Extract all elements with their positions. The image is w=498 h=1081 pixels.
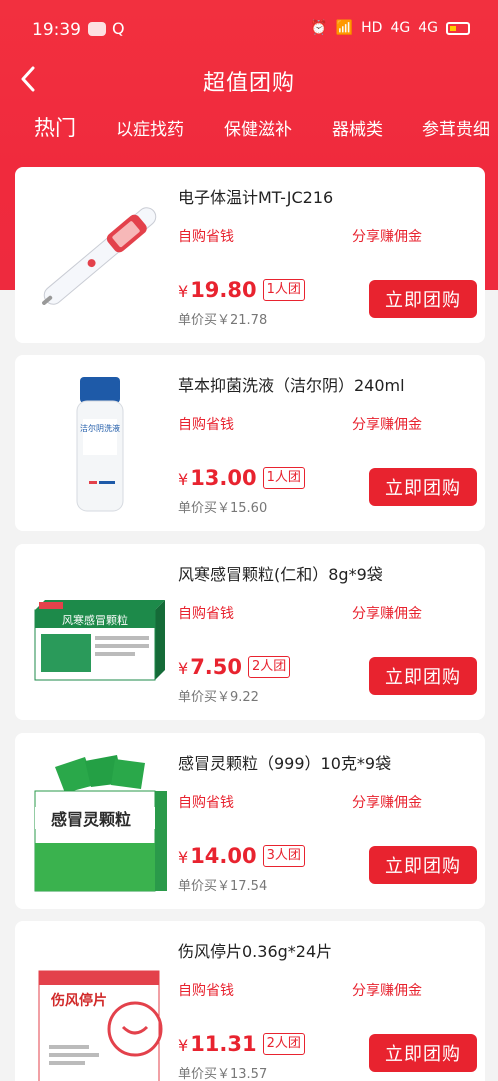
status-time: 19:39 (32, 20, 81, 40)
status-bar: 19:39 Q ⏰ 📶 HD 4G 4G (0, 0, 498, 60)
group-price: 7.50 (190, 655, 243, 679)
price-row: ¥ 19.80 1人团 (178, 275, 305, 301)
network-label: HD (361, 20, 383, 36)
price-row: ¥ 14.00 3人团 (178, 841, 305, 867)
status-q-icon: Q (112, 19, 125, 38)
buy-now-button[interactable]: 立即团购 (369, 657, 477, 695)
share-commission-tag[interactable]: 分享赚佣金 (352, 603, 422, 623)
bottle-label: 洁尔阴洗液 (80, 423, 120, 433)
tab-devices[interactable]: 器械类 (332, 115, 383, 140)
product-card[interactable]: 风寒感冒颗粒 风寒感冒颗粒(仁和）8g*9袋 自购省钱 分享赚佣金 ¥ 7.50… (15, 544, 485, 720)
self-buy-tag: 自购省钱 (178, 417, 234, 433)
group-size-badge: 1人团 (262, 467, 305, 489)
page-title: 超值团购 (202, 71, 295, 96)
thermometer-image (25, 181, 175, 331)
unit-price: 单价买￥21.78 (178, 313, 268, 328)
price-row: ¥ 13.00 1人团 (178, 463, 305, 489)
category-tabs: 热门 以症找药 保健滋补 器械类 参茸贵细 (0, 115, 498, 155)
box-label: 感冒灵颗粒 (51, 810, 131, 829)
self-buy-tag: 自购省钱 (178, 606, 234, 622)
group-price: 14.00 (190, 844, 257, 868)
product-card[interactable]: 感冒灵颗粒 感冒灵颗粒（999）10克*9袋 自购省钱 分享赚佣金 ¥ 14.0… (15, 733, 485, 909)
self-buy-tag: 自购省钱 (178, 229, 234, 245)
box-label: 伤风停片 (50, 992, 107, 1009)
signal-1: 4G (390, 20, 411, 36)
tab-health[interactable]: 保健滋补 (224, 115, 292, 140)
group-size-badge: 1人团 (262, 279, 305, 301)
price-row: ¥ 11.31 2人团 (178, 1029, 305, 1055)
share-commission-tag[interactable]: 分享赚佣金 (352, 980, 422, 1000)
price-row: ¥ 7.50 2人团 (178, 652, 291, 679)
product-card[interactable]: 伤风停片 伤风停片0.36g*24片 自购省钱 分享赚佣金 ¥ 11.31 2人… (15, 921, 485, 1081)
alarm-icon: ⏰ (310, 20, 328, 36)
tab-symptom[interactable]: 以症找药 (116, 115, 184, 140)
currency-symbol: ¥ (178, 848, 189, 867)
medicine-box-image: 伤风停片 (25, 935, 175, 1081)
nav-bar: 超值团购 (0, 55, 498, 105)
group-price: 13.00 (190, 466, 257, 490)
unit-price: 单价买￥13.57 (178, 1067, 268, 1081)
product-title: 感冒灵颗粒（999）10克*9袋 (178, 754, 392, 773)
wifi-icon: 📶 (335, 20, 354, 36)
self-buy-tag: 自购省钱 (178, 795, 234, 811)
group-size-badge: 2人团 (248, 656, 291, 678)
product-title: 电子体温计MT-JC216 (178, 188, 334, 207)
currency-symbol: ¥ (178, 470, 189, 489)
product-card[interactable]: 电子体温计MT-JC216 自购省钱 分享赚佣金 ¥ 19.80 1人团 单价买… (15, 167, 485, 343)
product-card[interactable]: 洁尔阴洗液 草本抑菌洗液（洁尔阴）240ml 自购省钱 分享赚佣金 ¥ 13.0… (15, 355, 485, 531)
group-size-badge: 3人团 (262, 845, 305, 867)
product-title: 伤风停片0.36g*24片 (178, 942, 333, 961)
box-label: 风寒感冒颗粒 (62, 613, 128, 627)
currency-symbol: ¥ (178, 282, 189, 301)
product-title: 风寒感冒颗粒(仁和）8g*9袋 (178, 565, 383, 584)
share-commission-tag[interactable]: 分享赚佣金 (352, 414, 422, 434)
notification-badge-icon (88, 22, 106, 36)
status-right: ⏰ 📶 HD 4G 4G (310, 20, 470, 36)
currency-symbol: ¥ (178, 1036, 189, 1055)
buy-now-button[interactable]: 立即团购 (369, 280, 477, 318)
wash-bottle-image: 洁尔阴洗液 (25, 369, 175, 519)
product-title: 草本抑菌洗液（洁尔阴）240ml (178, 376, 405, 395)
unit-price: 单价买￥9.22 (178, 690, 259, 705)
self-buy-tag: 自购省钱 (178, 983, 234, 999)
share-commission-tag[interactable]: 分享赚佣金 (352, 226, 422, 246)
buy-now-button[interactable]: 立即团购 (369, 1034, 477, 1072)
group-price: 19.80 (190, 278, 257, 302)
buy-now-button[interactable]: 立即团购 (369, 846, 477, 884)
battery-icon (446, 21, 470, 35)
tab-ginseng[interactable]: 参茸贵细 (422, 115, 490, 140)
share-commission-tag[interactable]: 分享赚佣金 (352, 792, 422, 812)
buy-now-button[interactable]: 立即团购 (369, 468, 477, 506)
signal-2: 4G (418, 20, 438, 36)
tab-hot[interactable]: 热门 (34, 115, 76, 142)
group-size-badge: 2人团 (262, 1033, 305, 1055)
currency-symbol: ¥ (178, 659, 189, 678)
unit-price: 单价买￥15.60 (178, 501, 268, 516)
group-price: 11.31 (190, 1032, 257, 1056)
medicine-box-image: 风寒感冒颗粒 (25, 558, 175, 708)
unit-price: 单价买￥17.54 (178, 879, 268, 894)
medicine-box-image: 感冒灵颗粒 (25, 747, 175, 897)
